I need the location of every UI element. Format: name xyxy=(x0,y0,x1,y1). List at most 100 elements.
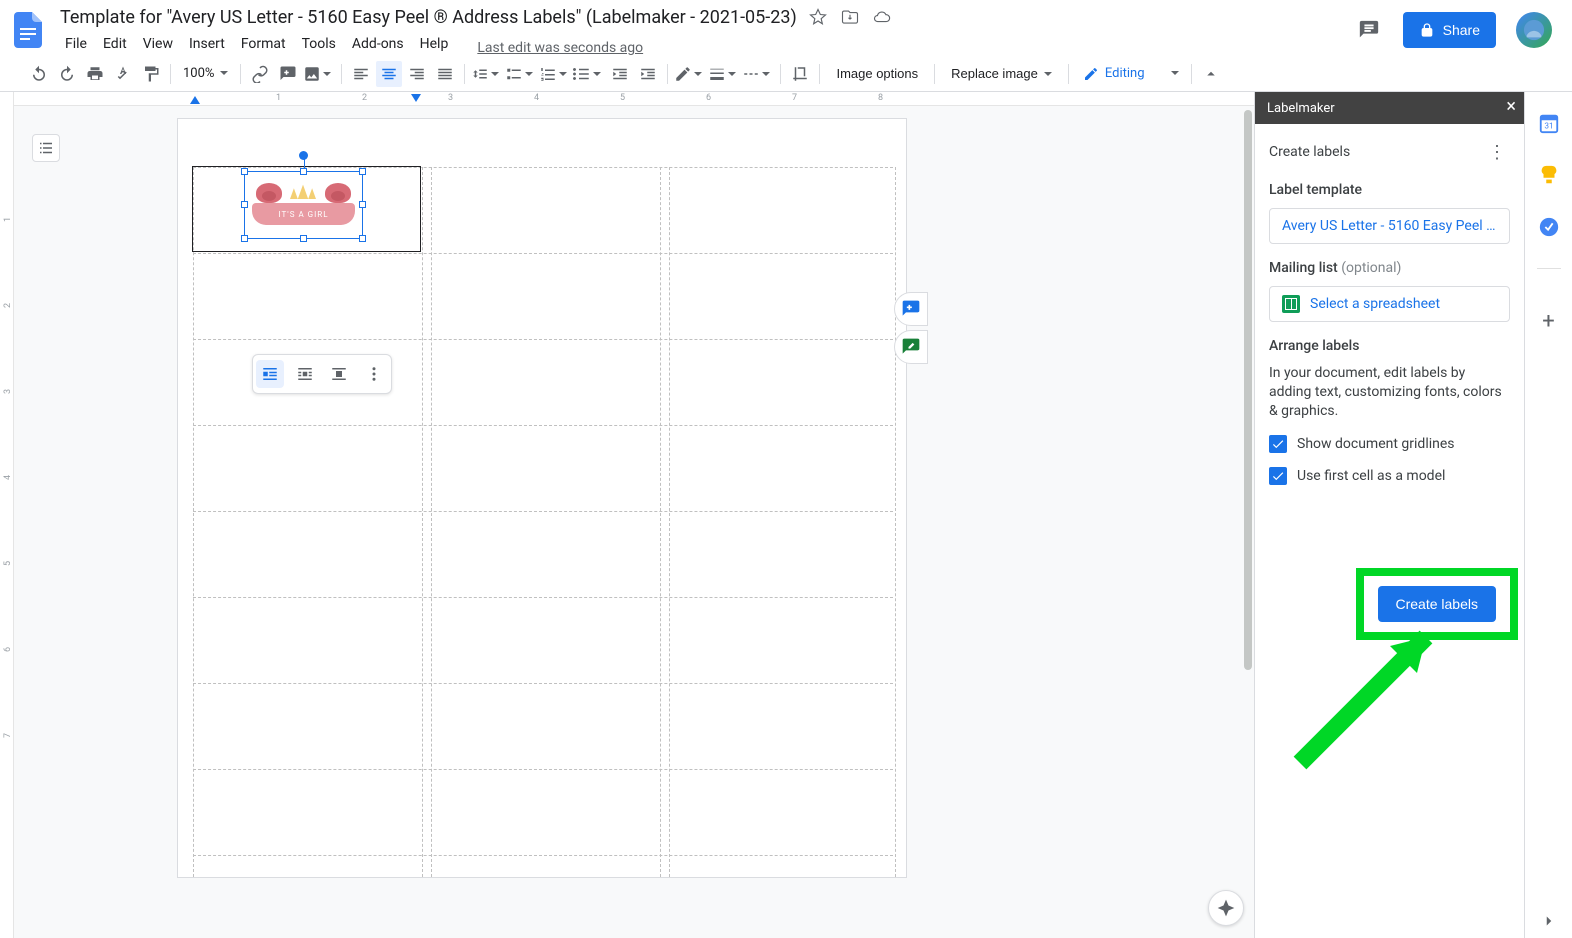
paint-format-icon[interactable] xyxy=(138,61,164,87)
suggest-edits-side-icon[interactable] xyxy=(894,330,928,364)
explore-button[interactable] xyxy=(1208,890,1244,926)
resize-handle[interactable] xyxy=(241,201,248,208)
first-line-indent-marker[interactable] xyxy=(411,94,421,102)
share-button[interactable]: Share xyxy=(1403,12,1496,48)
resize-handle[interactable] xyxy=(359,235,366,242)
create-labels-heading: Create labels xyxy=(1269,144,1350,160)
image-layout-toolbar xyxy=(252,354,392,394)
menu-bar: File Edit View Insert Format Tools Add-o… xyxy=(54,30,1351,56)
redo-icon[interactable] xyxy=(54,61,80,87)
first-label-cell[interactable]: IT'S A GIRL xyxy=(192,166,421,252)
side-panel: 31 + xyxy=(1524,92,1572,938)
selection-box xyxy=(244,171,363,239)
increase-indent-icon[interactable] xyxy=(635,61,661,87)
docs-logo[interactable] xyxy=(8,10,48,50)
label-template-heading: Label template xyxy=(1269,182,1510,198)
resize-handle[interactable] xyxy=(300,235,307,242)
menu-insert[interactable]: Insert xyxy=(182,32,232,56)
toolbar: 100% Image options Replace image Editing xyxy=(0,56,1572,92)
resize-handle[interactable] xyxy=(241,235,248,242)
open-comments-icon[interactable] xyxy=(1351,12,1387,48)
align-right-icon[interactable] xyxy=(404,61,430,87)
add-comment-side-icon[interactable] xyxy=(894,292,928,326)
vertical-scrollbar[interactable] xyxy=(1242,106,1254,938)
checklist-icon[interactable] xyxy=(505,61,537,87)
menu-view[interactable]: View xyxy=(136,32,180,56)
border-weight-icon[interactable] xyxy=(708,61,740,87)
resize-handle[interactable] xyxy=(241,168,248,175)
resize-handle[interactable] xyxy=(300,168,307,175)
use-first-cell-label: Use first cell as a model xyxy=(1297,468,1445,484)
rotate-handle[interactable] xyxy=(299,151,308,160)
account-avatar[interactable] xyxy=(1516,12,1552,48)
hide-side-panel-icon[interactable] xyxy=(1540,912,1558,930)
keep-icon[interactable] xyxy=(1538,164,1560,186)
selected-image[interactable]: IT'S A GIRL xyxy=(246,173,361,237)
sheets-icon xyxy=(1282,295,1300,313)
decrease-indent-icon[interactable] xyxy=(607,61,633,87)
document-canvas[interactable]: IT'S A GIRL xyxy=(14,106,1254,938)
doc-title[interactable]: Template for "Avery US Letter - 5160 Eas… xyxy=(54,7,797,28)
crop-image-icon[interactable] xyxy=(787,61,813,87)
create-labels-button[interactable]: Create labels xyxy=(1378,586,1497,622)
image-options-button[interactable]: Image options xyxy=(826,61,928,87)
create-labels-highlight: Create labels xyxy=(1356,568,1519,640)
mailing-list-heading: Mailing list (optional) xyxy=(1269,260,1510,276)
collapse-toolbar-icon[interactable] xyxy=(1198,61,1224,87)
border-color-icon[interactable] xyxy=(674,61,706,87)
tasks-icon[interactable] xyxy=(1538,216,1560,238)
template-selector[interactable]: Avery US Letter - 5160 Easy Peel ®... xyxy=(1269,208,1510,244)
align-justify-icon[interactable] xyxy=(432,61,458,87)
arrange-description: In your document, edit labels by adding … xyxy=(1269,364,1510,421)
resize-handle[interactable] xyxy=(359,168,366,175)
inline-wrap-icon[interactable] xyxy=(256,360,284,388)
print-icon[interactable] xyxy=(82,61,108,87)
numbered-list-icon[interactable] xyxy=(539,61,571,87)
svg-text:31: 31 xyxy=(1544,122,1553,132)
horizontal-ruler[interactable]: 1 2 3 4 5 6 7 8 xyxy=(14,92,1254,106)
vertical-ruler: 1 2 3 4 5 6 7 xyxy=(0,92,14,938)
image-more-icon[interactable] xyxy=(360,360,388,388)
sidebar-more-icon[interactable]: ⋮ xyxy=(1484,138,1510,167)
labels-grid xyxy=(193,167,893,877)
add-comment-icon[interactable] xyxy=(275,61,301,87)
calendar-icon[interactable]: 31 xyxy=(1538,112,1560,134)
zoom-select[interactable]: 100% xyxy=(177,66,234,81)
menu-format[interactable]: Format xyxy=(234,32,293,56)
resize-handle[interactable] xyxy=(359,201,366,208)
bulleted-list-icon[interactable] xyxy=(573,61,605,87)
replace-image-button[interactable]: Replace image xyxy=(941,61,1062,87)
close-icon[interactable]: × xyxy=(1506,98,1516,116)
undo-icon[interactable] xyxy=(26,61,52,87)
labelmaker-sidebar: Labelmaker × Create labels ⋮ Label templ… xyxy=(1254,92,1524,938)
editing-mode-select[interactable]: Editing xyxy=(1075,61,1185,87)
spellcheck-icon[interactable] xyxy=(110,61,136,87)
wrap-text-icon[interactable] xyxy=(291,360,319,388)
menu-help[interactable]: Help xyxy=(413,32,456,56)
insert-link-icon[interactable] xyxy=(247,61,273,87)
menu-file[interactable]: File xyxy=(58,32,94,56)
left-indent-marker[interactable] xyxy=(190,96,200,104)
line-spacing-icon[interactable] xyxy=(471,61,503,87)
sidebar-title: Labelmaker xyxy=(1267,101,1335,116)
border-dash-icon[interactable] xyxy=(742,61,774,87)
get-addons-icon[interactable]: + xyxy=(1542,309,1554,334)
last-edit-link[interactable]: Last edit was seconds ago xyxy=(477,40,643,56)
insert-image-icon[interactable] xyxy=(303,61,335,87)
cloud-status-icon[interactable] xyxy=(873,8,891,26)
show-gridlines-checkbox[interactable] xyxy=(1269,435,1287,453)
arrange-labels-heading: Arrange labels xyxy=(1269,338,1510,354)
star-icon[interactable] xyxy=(809,8,827,26)
use-first-cell-checkbox[interactable] xyxy=(1269,467,1287,485)
align-left-icon[interactable] xyxy=(348,61,374,87)
show-gridlines-label: Show document gridlines xyxy=(1297,436,1455,452)
select-spreadsheet-button[interactable]: Select a spreadsheet xyxy=(1269,286,1510,322)
align-center-icon[interactable] xyxy=(376,61,402,87)
document-outline-toggle[interactable] xyxy=(32,134,60,162)
share-label: Share xyxy=(1443,22,1480,38)
move-icon[interactable] xyxy=(841,8,859,26)
menu-addons[interactable]: Add-ons xyxy=(345,32,411,56)
menu-tools[interactable]: Tools xyxy=(295,32,343,56)
break-text-icon[interactable] xyxy=(325,360,353,388)
menu-edit[interactable]: Edit xyxy=(96,32,134,56)
